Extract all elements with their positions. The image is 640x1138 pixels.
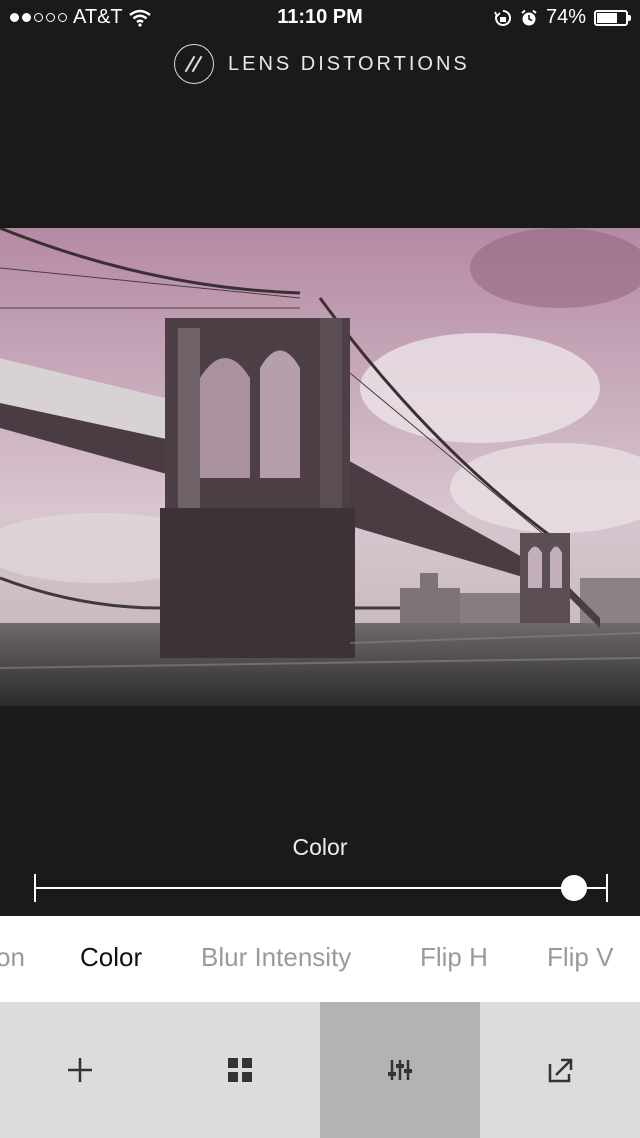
battery-icon bbox=[594, 9, 631, 26]
bottom-toolbar bbox=[0, 1002, 640, 1138]
status-right: 74% bbox=[494, 6, 631, 29]
plus-icon bbox=[68, 1058, 92, 1082]
tab-partial[interactable]: on bbox=[0, 942, 25, 973]
app-logo-icon bbox=[174, 44, 214, 84]
slider-thumb[interactable] bbox=[560, 875, 587, 901]
color-slider[interactable] bbox=[34, 874, 608, 902]
tab-color[interactable]: Color bbox=[80, 942, 142, 973]
tab-flip-v[interactable]: Flip V bbox=[547, 942, 613, 973]
grid-button[interactable] bbox=[160, 1002, 320, 1138]
add-button[interactable] bbox=[0, 1002, 160, 1138]
battery-percent: 74% bbox=[545, 6, 586, 28]
sliders-icon bbox=[388, 1060, 412, 1080]
parameter-tabs: on Color Blur Intensity Flip H Flip V bbox=[0, 916, 640, 1002]
photo-preview[interactable] bbox=[0, 228, 640, 706]
tab-blur-intensity[interactable]: Blur Intensity bbox=[201, 942, 351, 973]
status-bar: AT&T 11:10 PM 74% bbox=[0, 0, 640, 36]
adjustments-button[interactable] bbox=[320, 1002, 480, 1138]
app-title: LENS DISTORTIONS bbox=[228, 52, 470, 75]
tab-flip-h[interactable]: Flip H bbox=[420, 942, 488, 973]
share-button[interactable] bbox=[480, 1002, 640, 1138]
share-icon bbox=[548, 1058, 573, 1083]
parameter-label: Color bbox=[292, 834, 348, 860]
grid-icon bbox=[228, 1058, 252, 1082]
rotation-lock-icon bbox=[494, 9, 511, 26]
slider-track[interactable] bbox=[34, 887, 608, 889]
alarm-icon bbox=[521, 9, 537, 25]
photo-image bbox=[0, 228, 640, 706]
slider-max-cap bbox=[606, 874, 608, 902]
app-header: LENS DISTORTIONS bbox=[174, 44, 470, 84]
